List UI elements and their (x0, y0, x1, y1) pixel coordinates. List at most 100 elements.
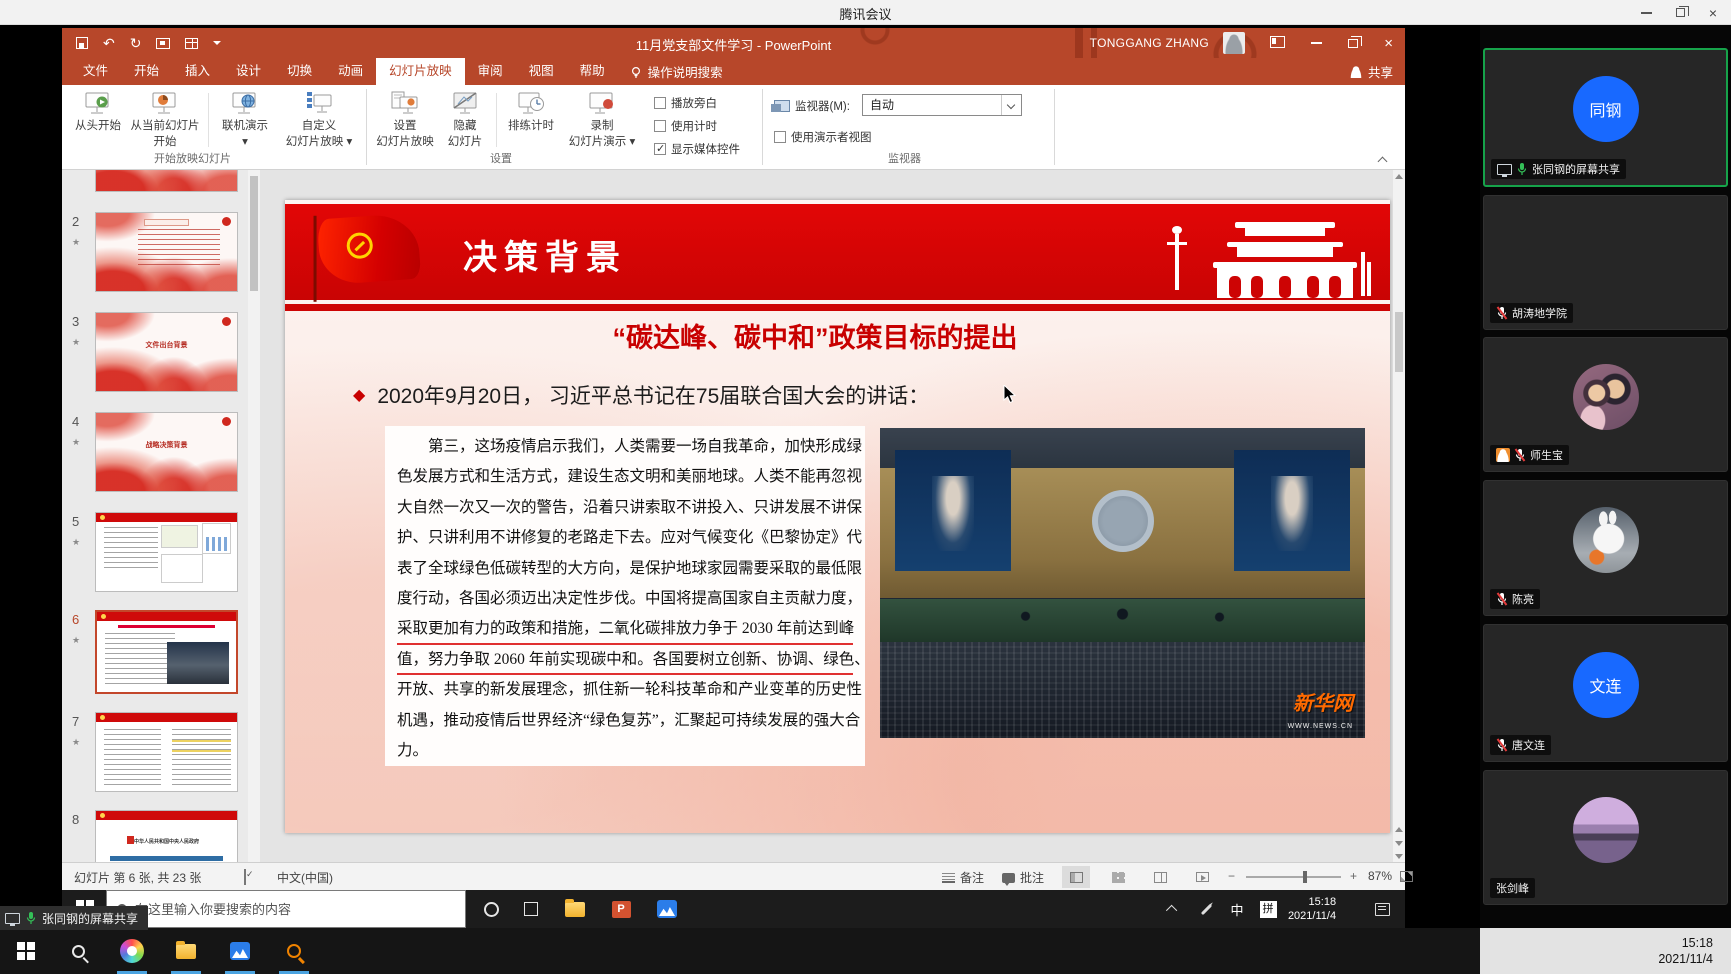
ime-pinyin-icon[interactable]: 拼 (1257, 890, 1279, 928)
ppt-restore-icon[interactable] (1348, 39, 1358, 48)
animation-star-icon (72, 332, 80, 350)
shared-clock[interactable]: 15:182021/11/4 (1277, 890, 1347, 928)
thumbnail-slide-4[interactable]: 战略决策背景 (95, 412, 238, 492)
un-assembly-photo[interactable]: 新华网 WWW.NEWS.CN (880, 428, 1365, 738)
powerpoint-taskbar-icon[interactable]: P (610, 898, 632, 920)
zoom-slider-thumb[interactable] (1303, 871, 1307, 883)
fit-slide-icon[interactable] (1400, 871, 1413, 882)
hide-slide-button[interactable]: 隐藏 幻灯片 (438, 89, 492, 157)
checkbox-show-media-controls[interactable]: 显示媒体控件 (654, 141, 740, 157)
tab-design[interactable]: 设计 (223, 58, 274, 85)
slide-sorter-view-button[interactable] (1104, 866, 1132, 888)
custom-slideshow-button[interactable]: 自定义 幻灯片放映 ▾ (278, 89, 360, 157)
meeting-title: 腾讯会议 (0, 4, 1731, 23)
taskbar-search-icon[interactable] (66, 939, 90, 963)
participant-tile[interactable]: 文连 唐文连 (1483, 624, 1728, 762)
file-explorer-icon[interactable] (564, 898, 586, 920)
scroll-up-icon[interactable] (1395, 174, 1403, 179)
thumbnail-slide-2[interactable] (95, 212, 238, 292)
party-flag-icon (317, 213, 421, 286)
slide-textbox[interactable]: 第三，这场疫情启示我们，人类需要一场自我革命，加快形成绿 色发展方式和生活方式，… (385, 426, 865, 766)
participant-tile[interactable]: 同钢 张同钢的屏幕共享 (1483, 48, 1728, 187)
meeting-app-icon[interactable] (228, 939, 252, 963)
account-name[interactable]: TONGGANG ZHANG (1090, 36, 1209, 50)
mini-text-lines (172, 729, 231, 785)
checkbox-play-narrations[interactable]: 播放旁白 (654, 95, 717, 111)
zoom-slider[interactable] (1246, 876, 1341, 878)
monitor-dropdown[interactable]: 自动 (862, 94, 1022, 116)
mini-text-lines (138, 229, 220, 270)
meeting-app-icon[interactable] (656, 898, 678, 920)
ribbon-display-options-icon[interactable] (1270, 36, 1285, 48)
ime-mode-indicator[interactable]: 中 (1227, 890, 1247, 928)
checkbox-use-timings[interactable]: 使用计时 (654, 118, 717, 134)
thumbnail-slide-6-selected[interactable] (95, 610, 238, 694)
comments-button[interactable]: 批注 (1002, 869, 1044, 886)
share-button[interactable]: 共享 (1350, 58, 1393, 85)
reading-view-button[interactable] (1146, 866, 1174, 888)
ppt-minimize-icon[interactable] (1311, 42, 1322, 44)
tab-help[interactable]: 帮助 (567, 58, 618, 85)
from-beginning-button[interactable]: 从头开始 (70, 89, 126, 157)
file-explorer-icon[interactable] (174, 939, 198, 963)
ink-workspace-icon[interactable] (1195, 890, 1217, 928)
hidden-icons-chevron[interactable] (1163, 890, 1183, 928)
tab-home[interactable]: 开始 (121, 58, 172, 85)
accessibility-icon[interactable] (244, 869, 246, 885)
tab-view[interactable]: 视图 (516, 58, 567, 85)
tab-animations[interactable]: 动画 (325, 58, 376, 85)
close-icon[interactable]: × (1709, 6, 1717, 20)
current-slide[interactable]: 决策背景 “碳达峰、碳中和”政策目标的提出 ◆ (285, 200, 1390, 833)
thumbnail-slide-7[interactable] (95, 712, 238, 792)
tab-review[interactable]: 审阅 (465, 58, 516, 85)
meeting-titlebar: 腾讯会议 × (0, 0, 1731, 25)
cortana-icon[interactable] (480, 898, 502, 920)
tab-file[interactable]: 文件 (70, 58, 121, 85)
notes-button[interactable]: 备注 (942, 869, 984, 886)
action-center-icon[interactable] (1371, 890, 1393, 928)
next-slide-icon[interactable] (1395, 841, 1403, 846)
language-indicator[interactable]: 中文(中国) (277, 869, 333, 886)
group-label-setup: 设置 (490, 150, 512, 166)
normal-view-button[interactable] (1062, 866, 1090, 888)
checkbox-presenter-view[interactable]: 使用演示者视图 (774, 129, 872, 145)
browser-icon[interactable] (120, 939, 144, 963)
ppt-close-icon[interactable]: × (1384, 36, 1393, 51)
participant-tile[interactable]: 胡涛地学院 (1483, 195, 1728, 330)
search-app-icon[interactable] (282, 939, 306, 963)
slide-scrollbar[interactable] (1393, 170, 1405, 862)
rehearse-timings-button[interactable]: 排练计时 (502, 89, 560, 157)
participant-tile[interactable]: 张剑峰 (1483, 770, 1728, 905)
restore-icon[interactable] (1676, 8, 1685, 17)
shared-search-box[interactable] (106, 890, 466, 928)
thumbnail-slide-1-partial[interactable] (95, 170, 238, 192)
zoom-out-button[interactable]: − (1228, 869, 1235, 883)
shared-search-input[interactable] (135, 902, 435, 917)
from-current-slide-button[interactable]: 从当前幻灯片 开始 (126, 89, 204, 157)
setup-slideshow-button[interactable]: 设置 幻灯片放映 (374, 89, 436, 157)
tell-me-search[interactable]: 操作说明搜索 (618, 58, 735, 85)
scroll-down-icon[interactable] (1395, 854, 1403, 859)
tab-insert[interactable]: 插入 (172, 58, 223, 85)
account-avatar[interactable] (1223, 32, 1245, 54)
collapse-ribbon-icon[interactable] (1379, 155, 1387, 163)
thumbnail-slide-3[interactable]: 文件出台背景 (95, 312, 238, 392)
participant-tile[interactable]: 陈亮 (1483, 480, 1728, 616)
thumbnail-slide-5[interactable] (95, 512, 238, 592)
minimize-icon[interactable] (1641, 12, 1652, 14)
slideshow-view-button[interactable] (1188, 866, 1216, 888)
tab-transitions[interactable]: 切换 (274, 58, 325, 85)
monitor-value: 自动 (870, 98, 894, 112)
record-slideshow-button[interactable]: 录制 幻灯片演示 ▾ (562, 89, 642, 157)
task-view-icon[interactable] (520, 898, 542, 920)
zoom-level[interactable]: 87% (1368, 869, 1392, 883)
thumbnail-slide-8[interactable]: 中华人民共和国中央人民政府 (95, 810, 238, 862)
start-button[interactable] (14, 939, 38, 963)
thumbnail-scrollbar[interactable] (248, 170, 260, 862)
tab-slideshow[interactable]: 幻灯片放映 (376, 58, 465, 85)
previous-slide-icon[interactable] (1395, 827, 1403, 832)
system-clock-area[interactable]: 15:18 2021/11/4 (1480, 928, 1731, 974)
participant-tile[interactable]: 师生宝 (1483, 337, 1728, 472)
zoom-in-button[interactable]: + (1350, 869, 1357, 883)
present-online-button[interactable]: 联机演示 ▾ (214, 89, 276, 157)
